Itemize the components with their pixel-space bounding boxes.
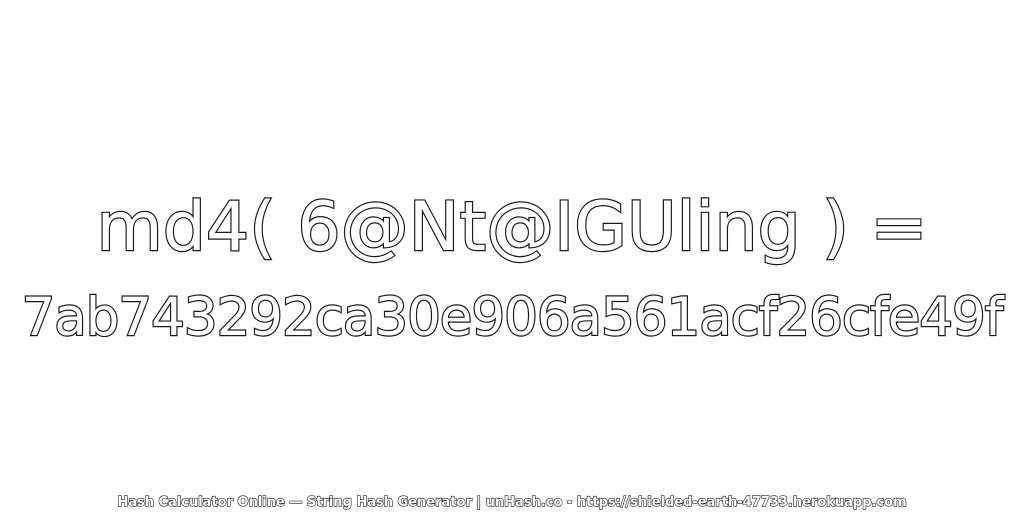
hash-result-value: 7ab743292ca30e906a561acf26cfe49f — [20, 286, 1004, 349]
hash-expression-title: md4( 6@Nt@IGUling ) = — [95, 187, 928, 268]
footer-credit: Hash Calculator Online — String Hash Gen… — [117, 494, 908, 510]
